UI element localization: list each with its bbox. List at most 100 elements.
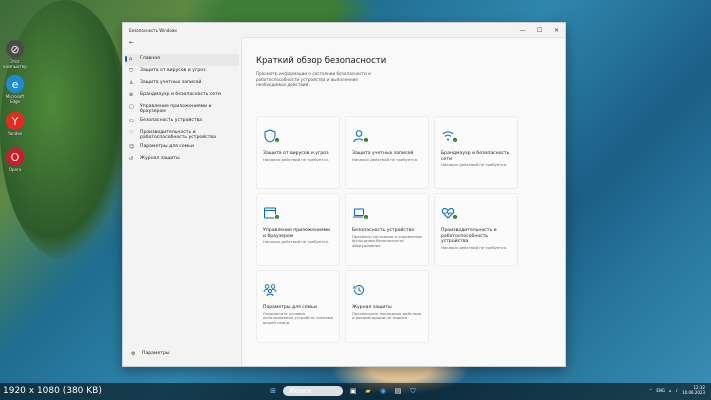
tile-title: Брандмауэр и безопасность сети [441,151,510,162]
start-icon[interactable]: ⊞ [268,386,278,396]
check-icon: ✓ [363,214,369,220]
page-title: Краткий обзор безопасности [256,56,387,66]
tile-firewall[interactable]: ✓ Брандмауэр и безопасность сети Никаких… [434,116,518,189]
shield-icon: ⛉ [129,68,133,74]
back-button[interactable]: ← [123,37,241,50]
desktop-icon-label: Microsoft Edge [5,94,25,104]
search-placeholder: Поиск [289,387,313,395]
edge-taskbar-icon[interactable]: ◉ [378,386,388,396]
language-indicator[interactable]: ENG [656,388,665,393]
check-icon: ✓ [452,137,458,143]
tile-app-browser-control[interactable]: ✓ Управление приложениями и браузером Ни… [256,193,340,266]
app-window-icon: ✓ [263,205,280,220]
tile-family-options[interactable]: Параметры для семьи Определите условия и… [256,270,340,343]
check-icon: ✓ [274,137,280,143]
tile-subtitle: Просмотр состояния и управление функциям… [352,233,422,249]
sidebar-item-label: Защита учетных записей [140,80,202,85]
security-taskbar-icon[interactable]: ⛉ [408,386,418,396]
tile-subtitle: Никаких действий не требуется. [441,244,507,250]
desktop-icon-edge[interactable]: e Microsoft Edge [2,75,28,104]
sidebar-item-device[interactable]: ▭ Безопасность устройства [125,116,239,128]
tile-title: Безопасность устройства [352,228,415,233]
heart-pulse-icon: ✓ [441,205,458,220]
tile-subtitle: Никаких действий не требуется. [352,156,418,162]
sidebar-item-label: Параметры [142,351,170,356]
tile-title: Управление приложениями и браузером [263,228,331,239]
person-icon: ✓ [352,128,369,143]
tile-title: Параметры для семьи [263,305,317,310]
page-description: Просмотр информации о состоянии безопасн… [256,71,371,87]
tile-virus-protection[interactable]: ✓ Защита от вирусов и угроз Никаких дейс… [256,116,340,189]
system-tray: ⌃ ENG ⌂ ♪ 12:32 10.06.2023 [649,385,705,395]
tile-subtitle: Никаких действий не требуется. [441,162,507,168]
gear-icon: ⚙ [131,351,136,357]
sidebar-item-family[interactable]: ☺ Параметры для семьи [125,142,239,154]
sidebar: ← ⌂ Главная ⛉ Защита от вирусов и угроз … [123,37,241,366]
tile-device-performance[interactable]: ✓ Производительность и работоспособность… [434,193,518,266]
family-icon [263,282,277,297]
tile-subtitle: Никаких действий не требуется. [263,156,329,162]
history-icon: ↺ [129,156,134,162]
tile-title: Журнал защиты [352,305,392,310]
tile-account-protection[interactable]: ✓ Защита учетных записей Никаких действи… [345,116,429,189]
shield-icon: ✓ [263,128,280,143]
desktop-icon-label: Этот компьютер [3,59,27,69]
history-icon [352,282,366,296]
check-icon: ✓ [363,137,369,143]
tile-subtitle: Просмотрите последние действия и рекомен… [352,310,422,321]
tile-subtitle: Определите условия использования устройс… [263,310,334,326]
chevron-up-icon[interactable]: ⌃ [649,388,652,393]
tile-title: Защита от вирусов и угроз [263,151,329,156]
clock[interactable]: 12:32 10.06.2023 [682,385,705,395]
family-icon: ☺ [129,144,135,150]
clock-date: 10.06.2023 [682,390,705,395]
sidebar-item-firewall[interactable]: ⊚ Брандмауэр и безопасность сети [125,90,239,102]
tile-title: Производительность и работоспособность у… [441,228,497,245]
title-bar[interactable]: Безопасность Windows — ☐ ✕ [123,23,565,37]
task-view-icon[interactable]: ▣ [348,386,358,396]
security-window: Безопасность Windows — ☐ ✕ ← ⌂ Главная ⛉… [122,22,566,367]
sidebar-item-label: Управление приложениями и браузером [140,104,212,114]
sidebar-item-settings[interactable]: ⚙ Параметры [127,349,174,361]
wifi-icon: ✓ [441,128,458,143]
sidebar-item-performance[interactable]: ♡ Производительность и работоспособность… [125,128,239,142]
yandex-icon: Y [6,112,24,130]
sidebar-item-label: Главная [140,56,160,61]
sidebar-item-home[interactable]: ⌂ Главная [125,54,239,66]
sidebar-item-apps[interactable]: ▢ Управление приложениями и браузером [125,102,239,116]
edge-icon: e [6,75,24,93]
person-icon: ♙ [129,80,134,86]
desktop-icon-pc[interactable]: ⊘ Этот компьютер [2,40,28,69]
taskbar-content: ⊞ ⌕ Поиск ▣ ▰ ◉ ▤ ⛉ ⌃ ENG ⌂ ♪ 12:32 10.0… [0,383,711,400]
close-button[interactable]: ✕ [548,23,565,37]
minimize-button[interactable]: — [514,23,531,37]
tile-device-security[interactable]: ✓ Безопасность устройства Просмотр состо… [345,193,429,266]
laptop-icon: ✓ [352,205,369,220]
desktop-icon-yandex[interactable]: Y Yandex [2,112,28,136]
volume-icon[interactable]: ♪ [676,388,679,393]
sidebar-item-history[interactable]: ↺ Журнал защиты [125,154,239,166]
sidebar-item-label: Параметры для семьи [140,144,194,149]
app-window-icon: ▢ [129,104,134,110]
check-icon: ✓ [452,214,458,220]
network-icon[interactable]: ⌂ [669,388,672,393]
tile-protection-history[interactable]: Журнал защиты Просмотрите последние дейс… [345,270,429,343]
store-icon[interactable]: ▤ [393,386,403,396]
window-title: Безопасность Windows [129,27,178,33]
sidebar-item-account[interactable]: ♙ Защита учетных записей [125,78,239,90]
tile-title: Защита учетных записей [352,151,414,156]
explorer-icon[interactable]: ▰ [363,386,373,396]
sidebar-item-virus[interactable]: ⛉ Защита от вирусов и угроз [125,66,239,78]
sidebar-item-label: Журнал защиты [140,156,180,161]
laptop-icon: ▭ [129,118,134,124]
maximize-button[interactable]: ☐ [531,23,548,37]
sidebar-item-label: Безопасность устройства [140,118,203,123]
opera-icon: O [6,148,24,166]
home-icon: ⌂ [129,56,133,62]
desktop-icon-opera[interactable]: O Opera [2,148,28,172]
search-box[interactable]: ⌕ Поиск [283,386,343,396]
pc-icon: ⊘ [6,40,24,58]
sidebar-item-label: Производительность и работоспособность у… [140,130,216,140]
sidebar-item-label: Брандмауэр и безопасность сети [140,92,221,97]
check-icon: ✓ [274,214,280,220]
